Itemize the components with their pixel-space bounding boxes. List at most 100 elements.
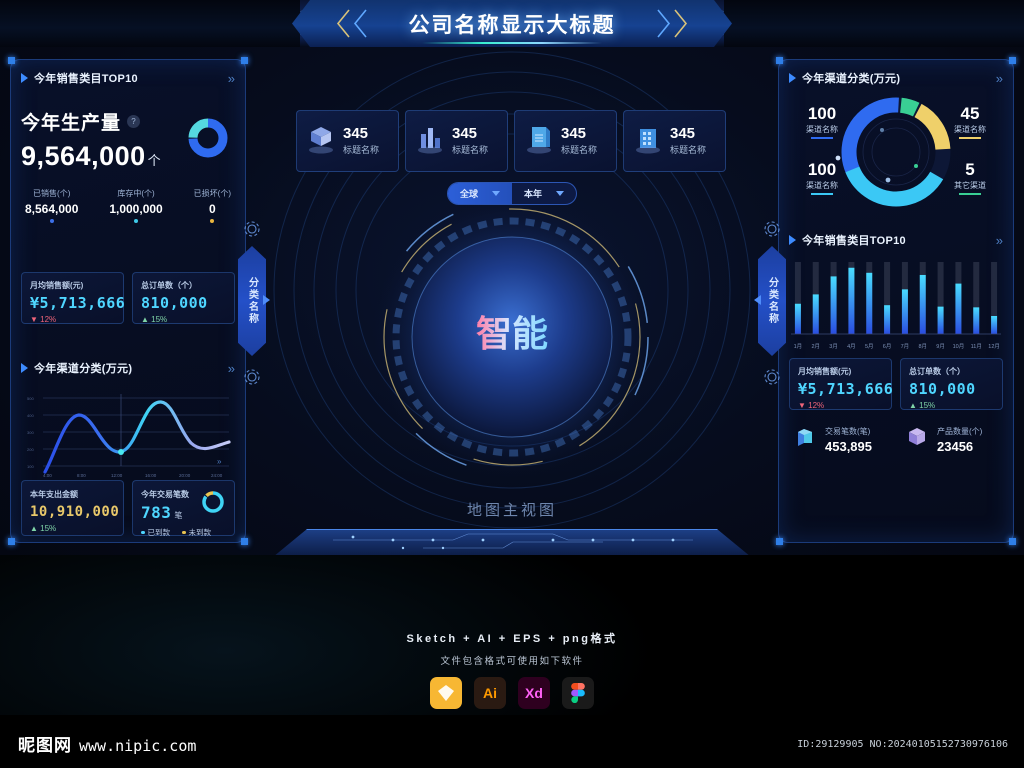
gear-icon — [762, 367, 782, 387]
gear-icon — [762, 219, 782, 239]
left-card-transactions[interactable]: 今年交易笔数 783 笔 已到款 未到款 — [132, 480, 235, 538]
chevron-down-icon — [556, 191, 565, 196]
right-panel: 今年渠道分类(万元) » 100 渠道名称 100 渠道名称 45 渠道名称 5… — [776, 57, 1016, 545]
bullet-triangle-icon — [789, 73, 796, 83]
production-heading: 今年生产量 — [21, 113, 122, 134]
stat-card-2[interactable]: 345 标题名称 — [405, 110, 508, 172]
chevron-down-icon — [492, 191, 500, 196]
expand-left-arrow-icon[interactable] — [754, 295, 761, 305]
metric-label: 总订单数（个） — [909, 367, 965, 376]
svg-text:1月: 1月 — [794, 343, 803, 350]
kpi-products[interactable]: 产品数量(个) 23456 — [905, 425, 982, 454]
metric-delta: ▼ 12% — [30, 315, 57, 324]
breakdown-item-sold: 已销售(个) 8,564,000 — [25, 188, 78, 223]
bar-buildings-icon — [413, 122, 447, 161]
figma-logo — [562, 677, 594, 709]
metric-delta: ▲ 15% — [141, 315, 168, 324]
kpi-label: 交易笔数(笔) — [825, 426, 871, 436]
donut-card-title: 今年渠道分类(万元) — [802, 73, 901, 85]
channel-chart-more-button[interactable]: » — [228, 361, 235, 376]
period-dropdown[interactable]: 本年 — [512, 183, 576, 204]
help-icon[interactable]: ? — [127, 115, 141, 128]
production-donut — [185, 115, 231, 166]
card-value: 10,910,000 — [30, 504, 120, 520]
kpi-transactions[interactable]: 交易笔数(笔) 453,895 — [793, 425, 872, 454]
left-metric-total-orders[interactable]: 总订单数（个） 810,000 ▲ 15% — [132, 272, 235, 324]
donut-more-button[interactable]: » — [996, 71, 1003, 86]
right-metric-avg-sales[interactable]: 月均销售额(元) ¥5,713,666 ▼ 12% — [789, 358, 893, 410]
channel-donut-chart: 100 渠道名称 100 渠道名称 45 渠道名称 5 其它渠道 — [789, 94, 1003, 214]
channel-line-chart: 500 400 300 200 100 4:00 8:00 12:00 16:00 20:0… — [21, 384, 235, 487]
production-card-title: 今年销售类目TOP10 — [34, 73, 138, 85]
left-card-expenditure[interactable]: 本年支出金额 10,910,000 ▲ 15% — [21, 480, 124, 536]
donut-legend-item-4: 5 其它渠道 — [943, 160, 997, 195]
svg-text:8月: 8月 — [918, 343, 927, 350]
stat-card-4[interactable]: 345 标题名称 — [623, 110, 726, 172]
card-label: 今年交易笔数 — [141, 490, 189, 499]
svg-text:4:00: 4:00 — [43, 473, 52, 478]
site-brand: 昵图网 — [18, 736, 72, 755]
legend-dot — [49, 219, 54, 223]
watermark-brand-group: 昵图网 www.nipic.com — [18, 731, 196, 756]
title-bar: 公司名称显示大标题 — [0, 0, 1024, 47]
svg-text:4月: 4月 — [847, 343, 856, 350]
office-building-icon — [631, 122, 665, 161]
bullet-triangle-icon — [21, 73, 28, 83]
metric-delta: ▲ 15% — [909, 401, 936, 410]
svg-text:智能: 智能 — [476, 314, 548, 355]
dashboard-root: 公司名称显示大标题 智能 地图主视图 345 标题名称 345 标题名称 345… — [0, 0, 1024, 768]
svg-text:100: 100 — [27, 464, 34, 469]
left-metric-avg-sales[interactable]: 月均销售额(元) ¥5,713,666 ▼ 12% — [21, 272, 125, 324]
donut-legend-item-1: 100 渠道名称 — [795, 104, 849, 139]
region-dropdown[interactable]: 全球 — [447, 183, 512, 204]
svg-text:10月: 10月 — [953, 343, 965, 350]
filter-bar: 全球 本年 — [446, 182, 578, 205]
svg-text:8:00: 8:00 — [77, 473, 86, 478]
metric-value: 810,000 — [909, 380, 976, 398]
format-line-2: 文件包含格式可使用如下软件 — [440, 656, 584, 667]
svg-text:6月: 6月 — [883, 343, 892, 350]
breakdown-label: 已损坏(个) — [193, 189, 231, 198]
stat-value: 345 — [452, 125, 478, 143]
card-unit: 笔 — [174, 511, 183, 520]
metric-label: 月均销售额(元) — [30, 281, 84, 290]
production-more-button[interactable]: » — [228, 71, 235, 86]
right-category-tab-label: 分类名称 — [766, 277, 778, 325]
donut-card-header: 今年渠道分类(万元) » — [789, 70, 1003, 86]
legend-paid: 已到款 — [141, 527, 170, 538]
software-logos: Ai Xd — [0, 677, 1024, 709]
svg-text:5月: 5月 — [865, 343, 874, 350]
card-value: 783 — [141, 503, 172, 522]
svg-text:200: 200 — [27, 447, 34, 452]
bullet-triangle-icon — [789, 235, 796, 245]
breakdown-label: 库存中(个) — [117, 189, 155, 198]
donut-legend-item-3: 45 渠道名称 — [943, 104, 997, 139]
breakdown-value: 8,564,000 — [25, 202, 79, 216]
left-category-tab[interactable]: 分类名称 — [238, 246, 266, 356]
metric-value: 810,000 — [141, 294, 208, 312]
card-label: 本年支出金额 — [30, 490, 78, 499]
breakdown-value: 1,000,000 — [109, 202, 163, 216]
asset-id-text: ID:29129905 NO:20240105152730976106 — [797, 739, 1008, 750]
breakdown-item-damaged: 已损坏(个) 0 — [194, 188, 231, 223]
right-category-tab[interactable]: 分类名称 — [758, 246, 786, 356]
metric-label: 总订单数（个） — [141, 281, 197, 290]
bar-more-button[interactable]: » — [996, 233, 1003, 248]
xd-logo: Xd — [518, 677, 550, 709]
stat-card-1[interactable]: 345 标题名称 — [296, 110, 399, 172]
metric-delta: ▼ 12% — [798, 401, 825, 410]
corner-marker — [776, 57, 783, 64]
svg-text:9月: 9月 — [936, 343, 945, 350]
card-delta: ▲ 15% — [30, 524, 57, 533]
corner-marker — [1009, 538, 1016, 545]
gear-icon — [242, 219, 262, 239]
sketch-logo — [430, 677, 462, 709]
period-dropdown-label: 本年 — [524, 189, 543, 199]
stat-card-3[interactable]: 345 标题名称 — [514, 110, 617, 172]
breakdown-item-stock: 库存中(个) 1,000,000 — [109, 188, 163, 223]
dashboard-body: 智能 地图主视图 345 标题名称 345 标题名称 345 标题名称 345 … — [0, 47, 1024, 557]
transactions-donut — [200, 489, 226, 520]
right-metric-total-orders[interactable]: 总订单数（个） 810,000 ▲ 15% — [900, 358, 1003, 410]
left-vertical-tab-group: 分类名称 — [238, 219, 270, 387]
expand-right-arrow-icon[interactable] — [263, 295, 270, 305]
